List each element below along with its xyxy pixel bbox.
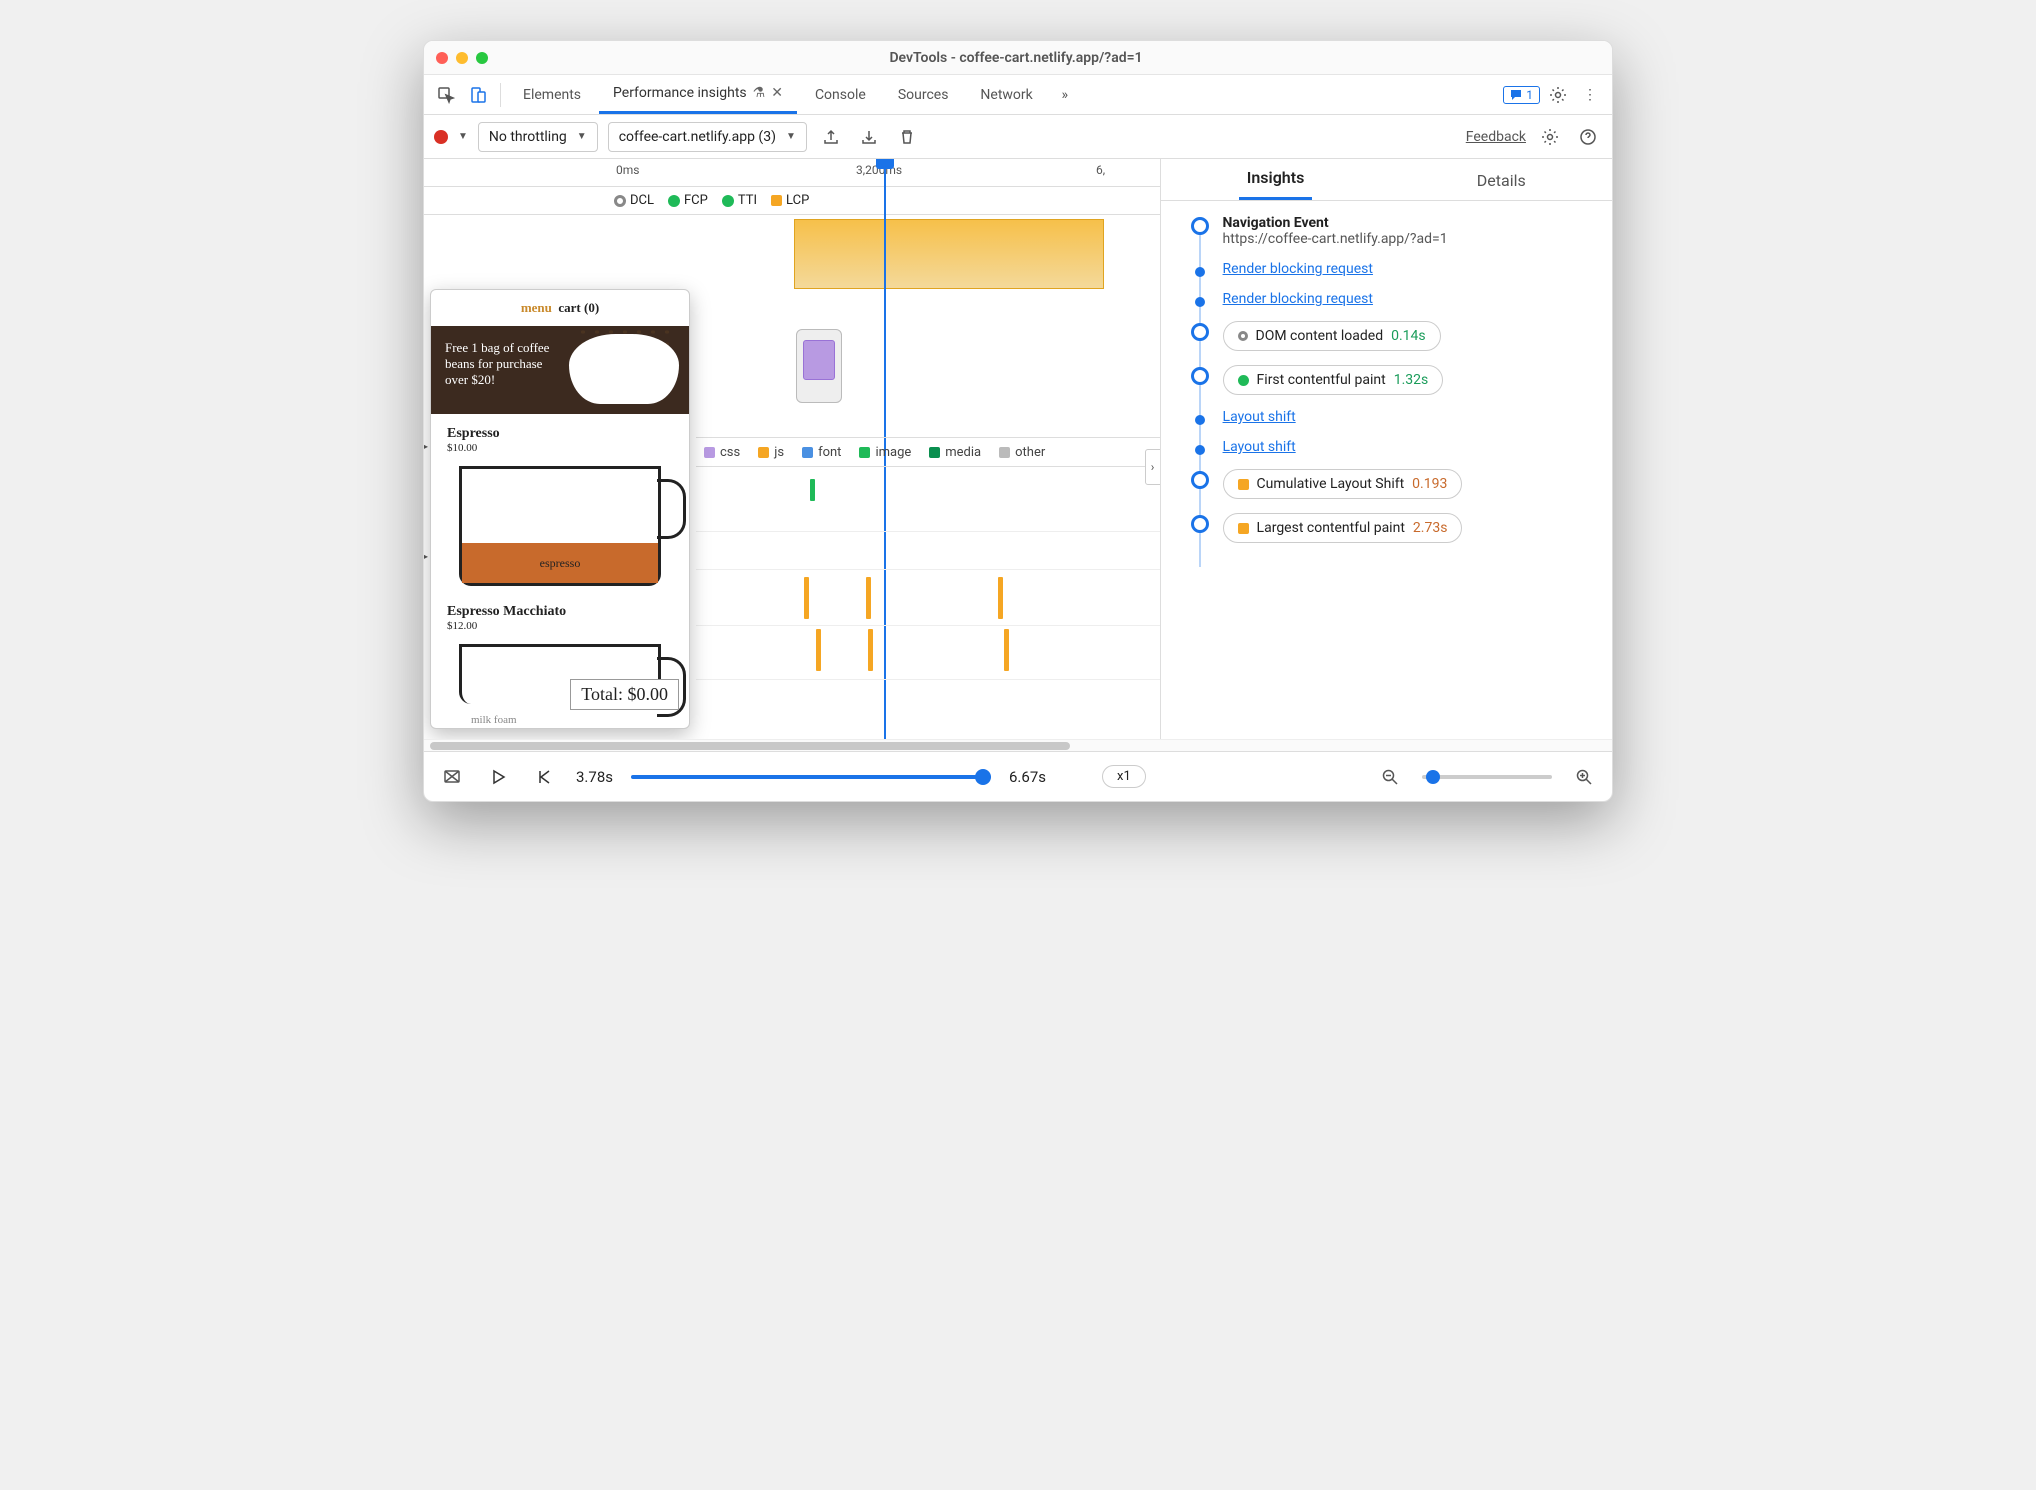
- panel-settings-icon[interactable]: [1536, 123, 1564, 151]
- legend-other: other: [999, 445, 1045, 460]
- legend-css: css: [704, 445, 740, 460]
- navigation-event-title: Navigation Event: [1223, 215, 1448, 231]
- axis-tick-2: 6,: [1096, 163, 1105, 177]
- window-controls: [436, 52, 488, 64]
- panel-tabs: Elements Performance insights ⚗ ✕ Consol…: [424, 75, 1612, 115]
- more-tabs-icon[interactable]: »: [1051, 81, 1079, 109]
- help-icon[interactable]: [1574, 123, 1602, 151]
- window-title: DevTools - coffee-cart.netlify.app/?ad=1: [488, 50, 1544, 66]
- preview-product-1: Espresso $10.00: [431, 414, 689, 458]
- playback-footer: 3.78s 6.67s x1: [424, 751, 1612, 801]
- lcp-range-block: [794, 219, 1104, 289]
- marker-lcp: LCP: [771, 193, 809, 208]
- insights-sidepanel: Insights Details Navigation Event https:…: [1161, 159, 1612, 739]
- current-time: 3.78s: [576, 768, 613, 786]
- insight-render-blocking-1[interactable]: Render blocking request: [1191, 261, 1594, 277]
- tab-console[interactable]: Console: [801, 75, 880, 114]
- close-tab-icon[interactable]: ✕: [771, 85, 783, 101]
- insight-lcp[interactable]: Largest contentful paint 2.73s: [1191, 513, 1594, 543]
- maximize-window-button[interactable]: [476, 52, 488, 64]
- zoom-out-icon[interactable]: [1376, 763, 1404, 791]
- preview-banner: Free 1 bag of coffee beans for purchase …: [431, 326, 689, 414]
- performance-toolbar: ▼ No throttling▼ coffee-cart.netlify.app…: [424, 115, 1612, 159]
- waterfall-bar: [816, 629, 821, 671]
- recording-dropdown[interactable]: coffee-cart.netlify.app (3)▼: [608, 122, 807, 152]
- seek-slider[interactable]: [631, 775, 991, 779]
- waterfall-track[interactable]: [696, 469, 1160, 739]
- waterfall-bar: [810, 479, 815, 501]
- throttling-dropdown[interactable]: No throttling▼: [478, 122, 598, 152]
- filmstrip-frame[interactable]: [796, 329, 842, 403]
- settings-icon[interactable]: [1544, 81, 1572, 109]
- record-button[interactable]: [434, 130, 448, 144]
- close-window-button[interactable]: [436, 52, 448, 64]
- devtools-window: DevTools - coffee-cart.netlify.app/?ad=1…: [423, 40, 1613, 802]
- marker-tti: TTI: [722, 193, 757, 208]
- minimize-window-button[interactable]: [456, 52, 468, 64]
- horizontal-scrollbar[interactable]: [424, 739, 1612, 751]
- tab-performance-insights[interactable]: Performance insights ⚗ ✕: [599, 75, 797, 114]
- sidetab-insights[interactable]: Insights: [1239, 168, 1313, 200]
- rewind-button[interactable]: [530, 763, 558, 791]
- filmstrip-preview: menu cart (0) Free 1 bag of coffee beans…: [430, 289, 690, 729]
- sidetab-details[interactable]: Details: [1469, 171, 1534, 200]
- legend-js: js: [758, 445, 784, 460]
- waterfall-bar: [1004, 629, 1009, 671]
- legend-image: image: [859, 445, 911, 460]
- end-time: 6.67s: [1009, 768, 1046, 786]
- issues-badge[interactable]: 1: [1503, 86, 1540, 104]
- waterfall-bar: [868, 629, 873, 671]
- waterfall-bar: [804, 577, 809, 619]
- preview-foam-label: milk foam: [471, 714, 517, 726]
- legend-font: font: [802, 445, 841, 460]
- zoom-in-icon[interactable]: [1570, 763, 1598, 791]
- marker-fcp: FCP: [668, 193, 708, 208]
- flask-icon: ⚗: [753, 85, 766, 101]
- time-axis: 0ms 3,200ms 6,: [424, 159, 1160, 187]
- metric-markers: DCL FCP TTI LCP: [424, 187, 1160, 215]
- clear-replay-icon[interactable]: [438, 763, 466, 791]
- delete-icon[interactable]: [893, 123, 921, 151]
- tab-network[interactable]: Network: [966, 75, 1046, 114]
- play-button[interactable]: [484, 763, 512, 791]
- axis-tick-0: 0ms: [616, 163, 639, 177]
- side-tabs: Insights Details: [1161, 159, 1612, 201]
- main-content: 0ms 3,200ms 6, DCL FCP TTI LCP ▸ ▸ css j…: [424, 159, 1612, 739]
- preview-mug-1: espresso: [459, 466, 661, 586]
- inspect-element-icon[interactable]: [432, 81, 460, 109]
- collapse-sidepanel-button[interactable]: ›: [1145, 449, 1161, 485]
- waterfall-bar: [866, 577, 871, 619]
- insight-layout-shift-2[interactable]: Layout shift: [1191, 439, 1594, 455]
- record-menu-chevron-icon[interactable]: ▼: [458, 131, 468, 142]
- tab-sources[interactable]: Sources: [884, 75, 963, 114]
- device-toolbar-icon[interactable]: [464, 81, 492, 109]
- legend-media: media: [929, 445, 981, 460]
- title-bar: DevTools - coffee-cart.netlify.app/?ad=1: [424, 41, 1612, 75]
- insights-list: Navigation Event https://coffee-cart.net…: [1161, 201, 1612, 577]
- insight-layout-shift-1[interactable]: Layout shift: [1191, 409, 1594, 425]
- feedback-link[interactable]: Feedback: [1466, 129, 1526, 145]
- zoom-slider[interactable]: [1422, 775, 1552, 779]
- navigation-event-url: https://coffee-cart.netlify.app/?ad=1: [1223, 231, 1448, 247]
- preview-product-2: Espresso Macchiato $12.00: [431, 592, 689, 636]
- preview-total: Total: $0.00: [570, 679, 679, 710]
- insight-cls[interactable]: Cumulative Layout Shift 0.193: [1191, 469, 1594, 499]
- resource-legend: css js font image media other: [696, 437, 1160, 467]
- import-icon[interactable]: [855, 123, 883, 151]
- insight-render-blocking-2[interactable]: Render blocking request: [1191, 291, 1594, 307]
- marker-dcl: DCL: [614, 193, 654, 208]
- insight-dcl[interactable]: DOM content loaded 0.14s: [1191, 321, 1594, 351]
- kebab-menu-icon[interactable]: ⋮: [1576, 81, 1604, 109]
- insight-navigation[interactable]: Navigation Event https://coffee-cart.net…: [1191, 215, 1594, 247]
- export-icon[interactable]: [817, 123, 845, 151]
- insight-fcp[interactable]: First contentful paint 1.32s: [1191, 365, 1594, 395]
- zoom-level[interactable]: x1: [1102, 765, 1146, 788]
- preview-header: menu cart (0): [431, 290, 689, 326]
- timeline-panel[interactable]: 0ms 3,200ms 6, DCL FCP TTI LCP ▸ ▸ css j…: [424, 159, 1161, 739]
- tab-elements[interactable]: Elements: [509, 75, 595, 114]
- waterfall-bar: [998, 577, 1003, 619]
